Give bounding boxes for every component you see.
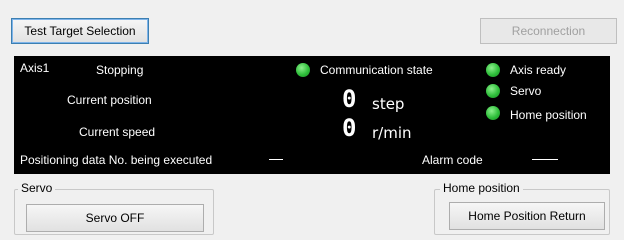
alarm-code-value: [532, 159, 558, 160]
positioning-data-value: [269, 159, 283, 160]
axis-label: Axis1: [20, 61, 50, 75]
axis-ready-indicator-icon: [486, 63, 500, 77]
reconnection-button[interactable]: Reconnection: [480, 18, 617, 44]
communication-state-label: Communication state: [320, 63, 433, 77]
current-speed-value: 0: [342, 114, 357, 142]
axis-ready-label: Axis ready: [510, 63, 567, 77]
current-speed-unit: r/min: [372, 124, 412, 142]
positioning-data-label: Positioning data No. being executed: [20, 153, 213, 167]
servo-indicator-icon: [486, 84, 500, 98]
home-position-return-label: Home Position Return: [468, 209, 586, 223]
servo-indicator-label: Servo: [510, 84, 542, 98]
current-position-value: 0: [342, 85, 357, 113]
current-position-unit: step: [372, 95, 405, 113]
communication-state-indicator-icon: [296, 63, 310, 77]
current-position-label: Current position: [67, 93, 152, 107]
reconnection-label: Reconnection: [511, 24, 586, 38]
test-target-selection-button[interactable]: Test Target Selection: [11, 18, 149, 44]
servo-group-title: Servo: [18, 181, 56, 195]
home-position-indicator-icon: [486, 106, 500, 120]
servo-off-label: Servo OFF: [85, 211, 145, 225]
axis-state: Stopping: [96, 63, 144, 77]
current-speed-label: Current speed: [79, 125, 156, 139]
home-position-return-button[interactable]: Home Position Return: [449, 202, 605, 230]
axis-status-panel: Axis1 Stopping Current position 0 step C…: [14, 56, 610, 174]
alarm-code-label: Alarm code: [422, 153, 483, 167]
home-position-group-title: Home position: [440, 181, 523, 195]
home-position-indicator-label: Home position: [510, 108, 587, 122]
test-target-selection-label: Test Target Selection: [24, 24, 136, 38]
servo-off-button[interactable]: Servo OFF: [26, 204, 204, 232]
